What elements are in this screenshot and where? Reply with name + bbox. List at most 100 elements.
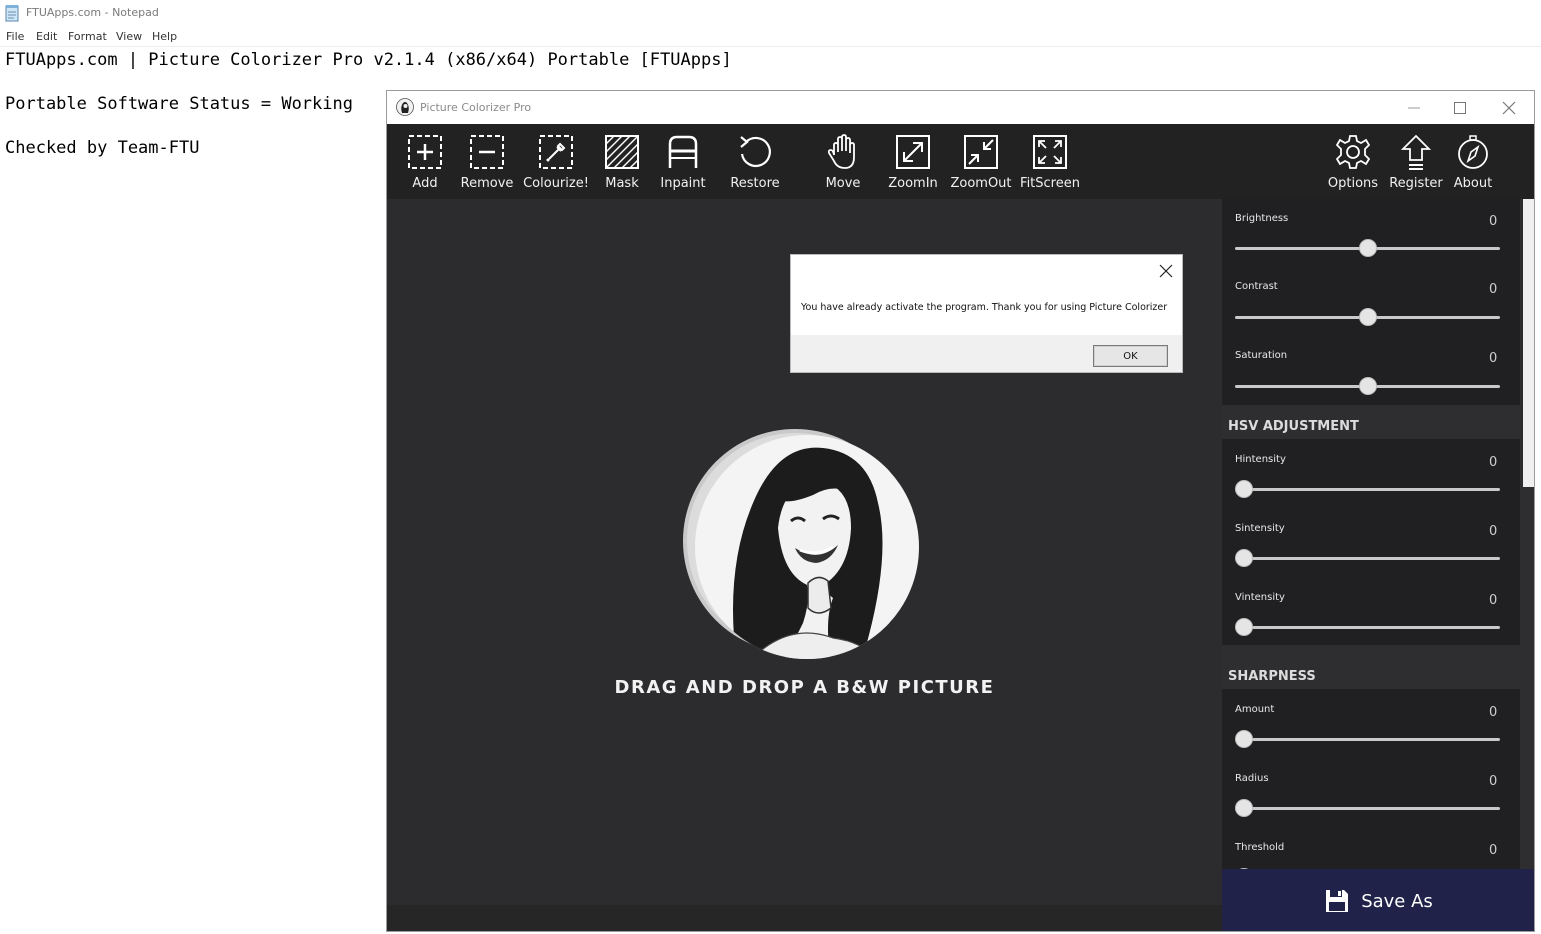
notepad-title: FTUApps.com - Notepad [26, 6, 159, 19]
hintensity-track[interactable] [1235, 488, 1500, 491]
threshold-label: Threshold [1235, 842, 1285, 853]
adjustment-panel: Brightness 0 Contrast 0 Saturation 0 HSV… [1222, 199, 1534, 931]
panel-scrollbar[interactable] [1521, 199, 1534, 931]
notepad-titlebar: FTUApps.com - Notepad [0, 0, 1541, 26]
notepad-menubar: File Edit Format View Help [0, 27, 1541, 47]
radius-label: Radius [1235, 773, 1269, 784]
menu-file[interactable]: File [6, 30, 24, 43]
menu-help[interactable]: Help [152, 30, 177, 43]
close-window-button[interactable] [1486, 91, 1532, 124]
radius-track[interactable] [1235, 807, 1500, 810]
colourize-label: Colourize! [523, 176, 589, 191]
sintensity-slider-thumb[interactable] [1235, 549, 1253, 567]
colourize-button[interactable]: Colourize! [523, 132, 589, 194]
minimize-button[interactable] [1391, 91, 1437, 124]
status-strip [387, 905, 1222, 931]
app-titlebar: Picture Colorizer Pro [387, 91, 1534, 124]
save-as-button[interactable]: Save As [1222, 869, 1534, 931]
compass-icon [1458, 135, 1488, 169]
app-logo-icon [396, 98, 414, 116]
vintensity-track[interactable] [1235, 626, 1500, 629]
notepad-icon [5, 5, 19, 22]
sintensity-value: 0 [1489, 524, 1498, 539]
maximize-button[interactable] [1437, 91, 1483, 124]
vintensity-slider-thumb[interactable] [1235, 618, 1253, 636]
sintensity-track[interactable] [1235, 557, 1500, 560]
notepad-line-3: Checked by Team-FTU [5, 138, 200, 158]
notepad-line-2: Portable Software Status = Working [5, 94, 353, 114]
brightness-label: Brightness [1235, 213, 1289, 224]
dialog-footer: OK [791, 335, 1182, 372]
inpaint-icon [668, 135, 698, 168]
sintensity-label: Sintensity [1235, 523, 1285, 534]
app-window: Picture Colorizer Pro Add Remove Colouri… [386, 90, 1535, 932]
hintensity-value: 0 [1489, 455, 1498, 470]
hintensity-slider-thumb[interactable] [1235, 480, 1253, 498]
inpaint-label: Inpaint [660, 176, 706, 191]
zoom-out-icon [964, 135, 998, 169]
move-button[interactable]: Move [821, 132, 865, 194]
saturation-label: Saturation [1235, 350, 1288, 361]
saturation-slider-thumb[interactable] [1358, 377, 1377, 395]
radius-slider-thumb[interactable] [1235, 799, 1253, 817]
threshold-value: 0 [1489, 843, 1498, 858]
close-icon [1159, 264, 1173, 278]
brightness-slider-thumb[interactable] [1358, 239, 1377, 257]
remove-label: Remove [460, 176, 514, 191]
floppy-disk-icon [1326, 890, 1349, 912]
zoomout-label: ZoomOut [950, 176, 1012, 191]
upload-arrow-icon [1401, 134, 1431, 170]
restore-button[interactable]: Restore [729, 132, 781, 194]
mask-button[interactable]: Mask [600, 132, 644, 194]
register-button[interactable]: Register [1389, 132, 1443, 194]
menu-view[interactable]: View [116, 30, 142, 43]
inpaint-button[interactable]: Inpaint [658, 132, 708, 194]
hintensity-label: Hintensity [1235, 454, 1286, 465]
mask-label: Mask [605, 176, 639, 191]
fitscreen-label: FitScreen [1020, 176, 1080, 191]
undo-icon [740, 136, 771, 168]
app-title: Picture Colorizer Pro [420, 101, 532, 114]
ok-button[interactable]: OK [1093, 345, 1168, 367]
menu-format[interactable]: Format [68, 30, 107, 43]
hsv-section-title: HSV ADJUSTMENT [1228, 419, 1359, 434]
eyedropper-icon [539, 135, 573, 169]
amount-slider-thumb[interactable] [1235, 730, 1253, 748]
drop-hint-text: DRAG AND DROP A B&W PICTURE [614, 677, 995, 698]
zoom-in-icon [896, 135, 930, 169]
placeholder-portrait-image [683, 429, 919, 659]
maximize-icon [1454, 101, 1466, 114]
move-label: Move [825, 176, 861, 191]
add-label: Add [412, 176, 438, 191]
close-icon [1502, 101, 1516, 114]
gear-icon [1335, 135, 1371, 169]
zoomin-label: ZoomIn [888, 176, 938, 191]
contrast-slider-thumb[interactable] [1358, 308, 1377, 326]
vintensity-label: Vintensity [1235, 592, 1285, 603]
basic-adjustment-block: Brightness 0 Contrast 0 Saturation 0 [1222, 199, 1520, 405]
dialog-close-button[interactable] [1154, 259, 1178, 283]
add-icon [408, 135, 442, 169]
amount-track[interactable] [1235, 738, 1500, 741]
about-button[interactable]: About [1451, 132, 1495, 194]
toolbar: Add Remove Colourize! Mask Inpaint Resto… [387, 124, 1534, 199]
sharpness-section-title: SHARPNESS [1228, 669, 1316, 684]
minimize-icon [1408, 107, 1420, 108]
remove-icon [470, 135, 504, 169]
remove-button[interactable]: Remove [461, 132, 513, 194]
add-button[interactable]: Add [404, 132, 446, 194]
menu-edit[interactable]: Edit [36, 30, 57, 43]
contrast-label: Contrast [1235, 281, 1278, 292]
fitscreen-button[interactable]: FitScreen [1020, 132, 1080, 194]
panel-scrollbar-thumb[interactable] [1523, 199, 1534, 487]
zoomin-button[interactable]: ZoomIn [887, 132, 939, 194]
activation-dialog: You have already activate the program. T… [790, 254, 1183, 373]
save-as-label: Save As [1361, 890, 1433, 912]
saturation-value: 0 [1489, 351, 1498, 366]
about-label: About [1453, 176, 1493, 191]
brightness-value: 0 [1489, 214, 1498, 229]
restore-label: Restore [730, 176, 780, 191]
zoomout-button[interactable]: ZoomOut [949, 132, 1013, 194]
options-button[interactable]: Options [1326, 132, 1380, 194]
notepad-line-1: FTUApps.com | Picture Colorizer Pro v2.1… [5, 50, 732, 70]
